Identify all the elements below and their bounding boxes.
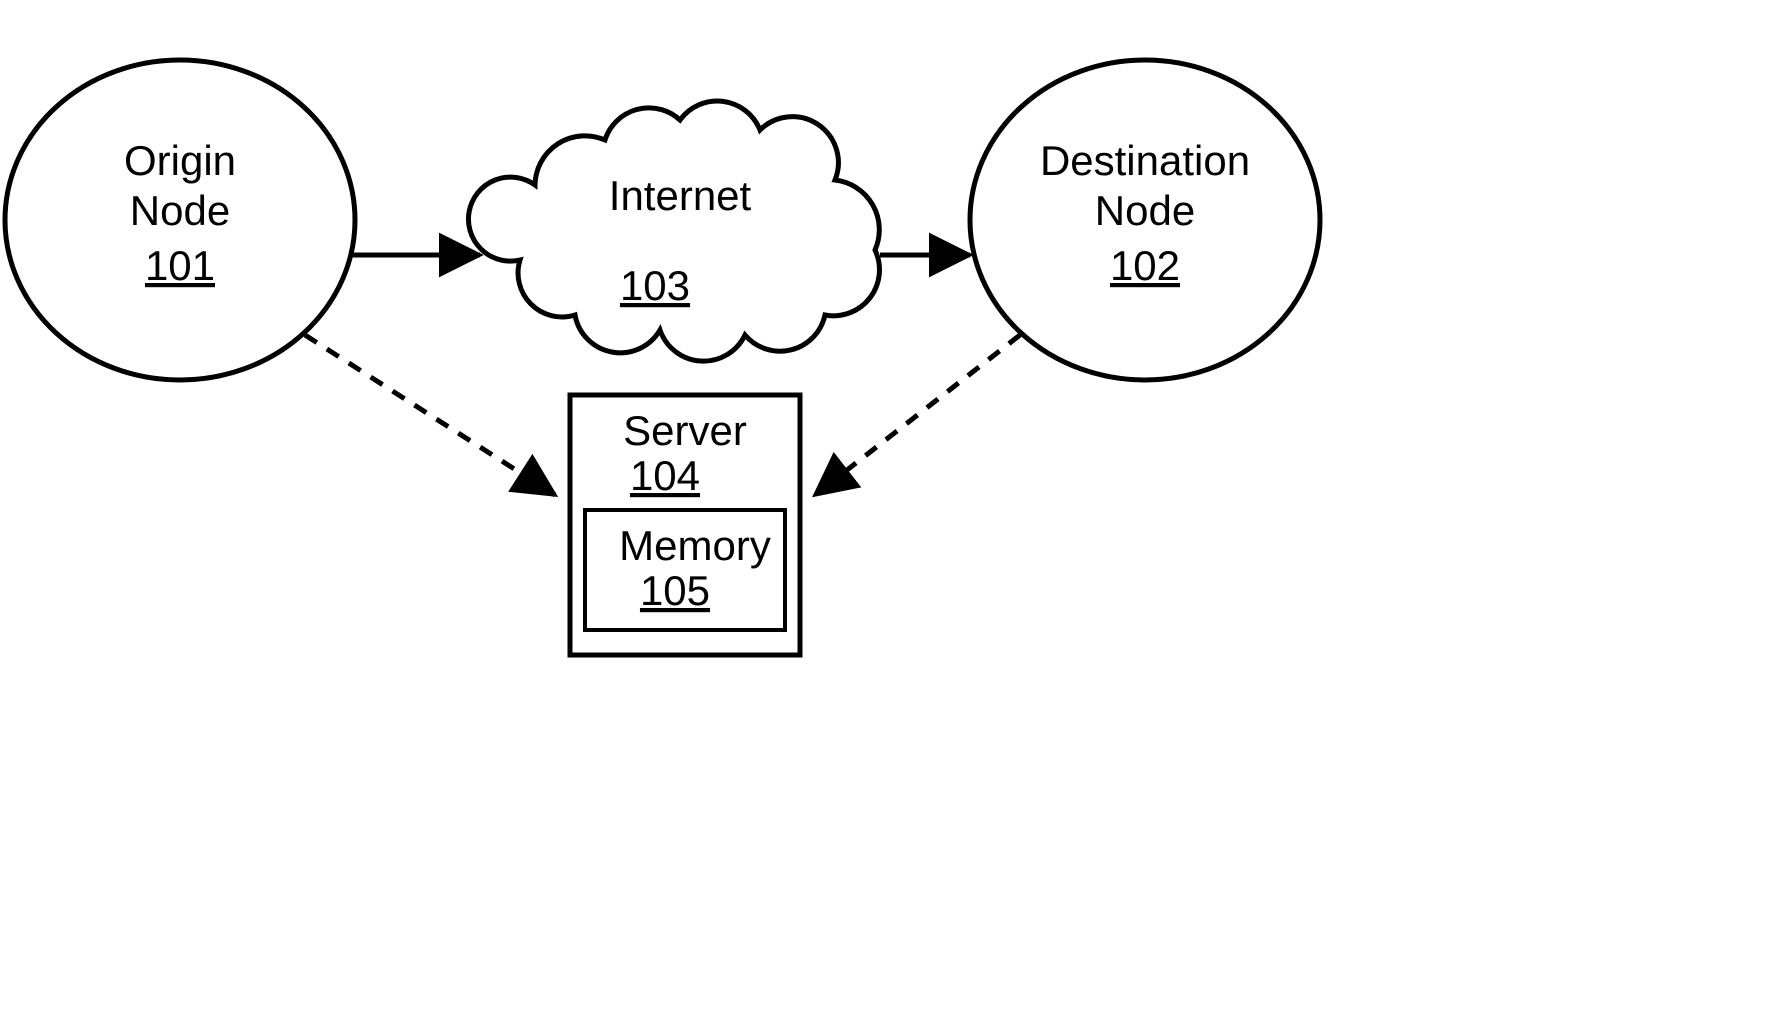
internet-label: Internet bbox=[609, 172, 752, 219]
internet-cloud: Internet 103 bbox=[468, 101, 879, 361]
origin-node-label-line2: Node bbox=[130, 187, 230, 234]
origin-node-label-line1: Origin bbox=[124, 137, 236, 184]
origin-node-ref: 101 bbox=[145, 242, 215, 289]
memory-box: Memory 105 bbox=[585, 510, 785, 630]
network-diagram: Origin Node 101 Destination Node 102 Int… bbox=[0, 0, 1767, 1031]
destination-node: Destination Node 102 bbox=[970, 60, 1320, 380]
server-label: Server bbox=[623, 407, 747, 454]
server-ref: 104 bbox=[630, 452, 700, 499]
destination-node-label-line2: Node bbox=[1095, 187, 1195, 234]
destination-node-label-line1: Destination bbox=[1040, 137, 1250, 184]
destination-node-ref: 102 bbox=[1110, 242, 1180, 289]
edge-origin-to-server bbox=[305, 335, 555, 495]
origin-node: Origin Node 101 bbox=[5, 60, 355, 380]
cloud-icon bbox=[468, 101, 879, 361]
memory-ref: 105 bbox=[640, 567, 710, 614]
internet-ref: 103 bbox=[620, 262, 690, 309]
memory-label: Memory bbox=[619, 522, 771, 569]
server-box: Server 104 Memory 105 bbox=[570, 395, 800, 655]
edge-destination-to-server bbox=[815, 335, 1020, 495]
